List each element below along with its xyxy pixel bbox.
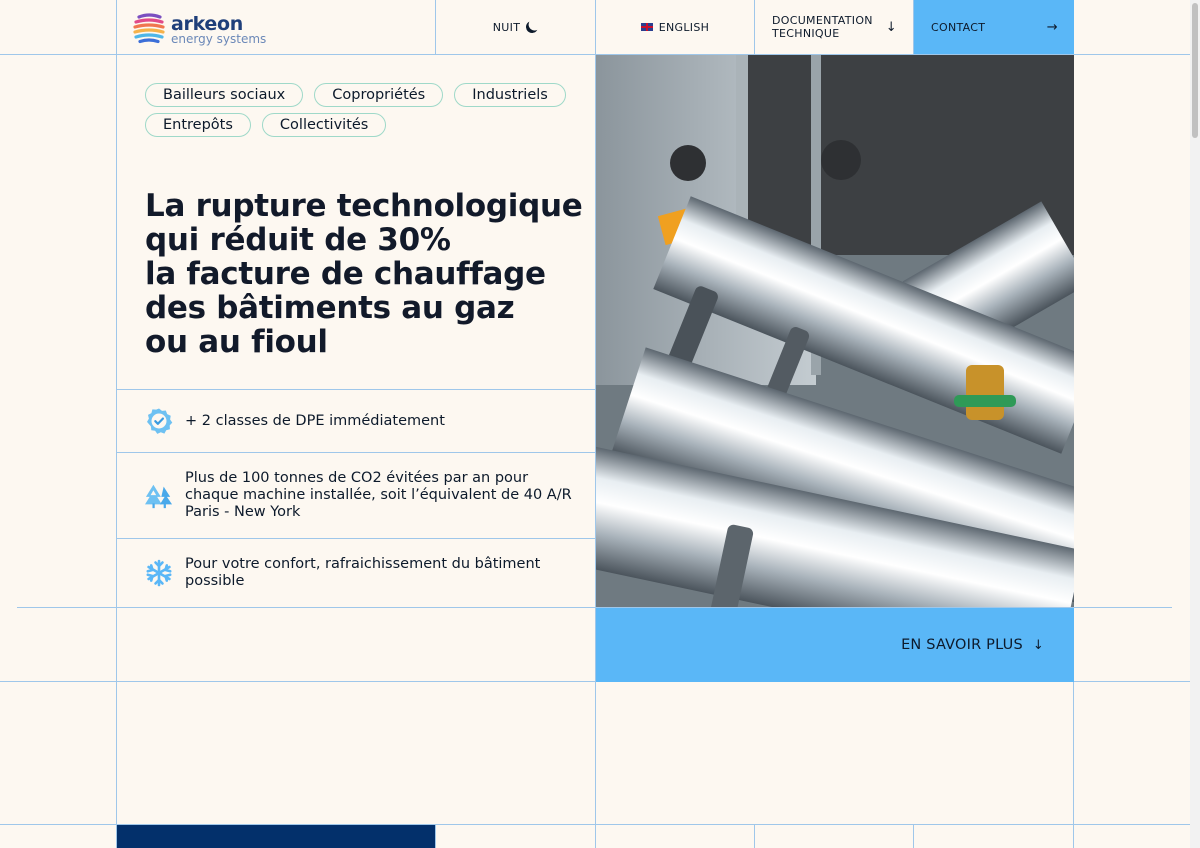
headline-line: ou au fioul xyxy=(145,324,328,360)
language-switch[interactable]: ENGLISH xyxy=(596,0,754,54)
language-label: ENGLISH xyxy=(658,20,710,34)
logo[interactable]: arkeon energy systems xyxy=(133,12,266,48)
trees-icon xyxy=(145,482,173,510)
logo-mark-icon xyxy=(133,12,165,48)
moon-icon xyxy=(525,20,539,34)
tag-bailleurs-sociaux[interactable]: Bailleurs sociaux xyxy=(145,83,304,107)
feature-text: Plus de 100 tonnes de CO2 évitées par an… xyxy=(185,470,572,520)
logo-tagline: energy systems xyxy=(171,32,267,46)
headline-line: qui réduit de 30% xyxy=(145,222,451,258)
documentation-label-line1: DOCUMENTATION xyxy=(772,14,873,27)
grid-line xyxy=(913,825,914,848)
hero-image-pipes xyxy=(596,55,1074,607)
tag-industriels[interactable]: Industriels xyxy=(454,83,566,107)
night-mode-label: NUIT xyxy=(492,20,521,34)
feature-item: + 2 classes de DPE immédiatement xyxy=(145,390,585,452)
feature-text: Pour votre confort, rafraichissement du … xyxy=(185,556,541,589)
tag-collectivites[interactable]: Collectivités xyxy=(261,113,387,137)
grid-line xyxy=(116,0,117,848)
audience-tags: Bailleurs sociaux Copropriétés Industrie… xyxy=(145,83,585,143)
arrow-down-icon: ↓ xyxy=(1032,637,1044,653)
footer-block xyxy=(117,825,435,848)
tag-entrepots[interactable]: Entrepôts xyxy=(145,113,251,137)
arrow-down-icon: ↓ xyxy=(885,19,897,35)
page-scrollbar[interactable] xyxy=(1190,0,1200,848)
site-header: arkeon energy systems NUIT ENGLISH DOCUM… xyxy=(0,0,1200,55)
learn-more-label: EN SAVOIR PLUS xyxy=(901,637,1023,653)
documentation-label-line2: TECHNIQUE xyxy=(772,27,840,40)
hero-headline: La rupture technologique qui réduit de 3… xyxy=(145,189,585,359)
headline-line: La rupture technologique xyxy=(145,188,583,224)
uk-flag-icon xyxy=(640,23,653,31)
grid-line xyxy=(435,825,436,848)
feature-text: + 2 classes de DPE immédiatement xyxy=(185,412,445,429)
snowflake-icon xyxy=(145,559,173,587)
tag-coproprietes[interactable]: Copropriétés xyxy=(314,83,444,107)
badge-check-icon xyxy=(145,407,173,435)
headline-line: la facture de chauffage xyxy=(145,256,546,292)
scrollbar-thumb[interactable] xyxy=(1192,3,1198,138)
headline-line: des bâtiments au gaz xyxy=(145,290,515,326)
feature-item: Pour votre confort, rafraichissement du … xyxy=(145,539,585,607)
arrow-right-icon: → xyxy=(1046,19,1058,35)
night-mode-toggle[interactable]: NUIT xyxy=(436,0,595,54)
feature-item: Plus de 100 tonnes de CO2 évitées par an… xyxy=(145,453,585,538)
contact-button[interactable]: CONTACT → xyxy=(914,0,1074,54)
documentation-dropdown[interactable]: DOCUMENTATION TECHNIQUE ↓ xyxy=(755,0,913,54)
grid-line xyxy=(754,825,755,848)
learn-more-button[interactable]: EN SAVOIR PLUS ↓ xyxy=(596,608,1074,682)
contact-label: CONTACT xyxy=(931,20,986,34)
